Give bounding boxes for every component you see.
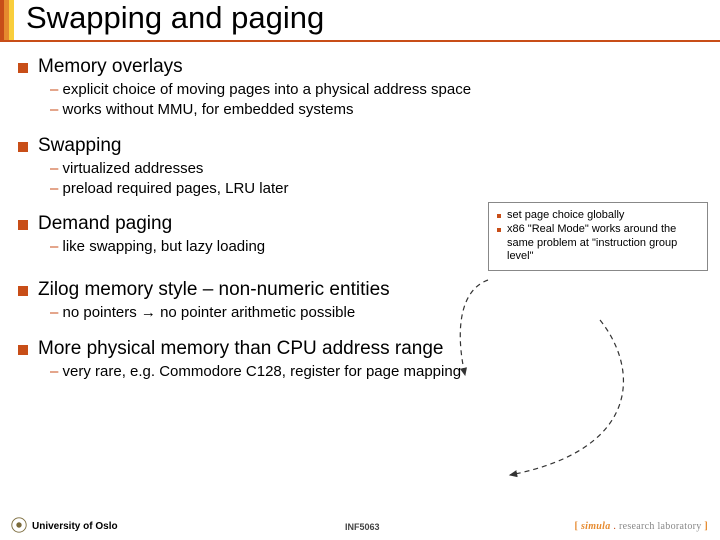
section-zilog: Zilog memory style – non-numeric entitie… [18, 279, 710, 323]
sub-item: works without MMU, for embedded systems [50, 101, 353, 118]
footer-course: INF5063 [345, 522, 380, 532]
slide-title: Swapping and paging [26, 0, 324, 36]
sub-item: like swapping, but lazy loading [50, 238, 265, 255]
title-accent [0, 0, 14, 42]
section-memory-overlays: Memory overlays explicit choice of movin… [18, 56, 710, 121]
section-swapping: Swapping virtualized addresses preload r… [18, 135, 710, 200]
bullet-icon [18, 220, 28, 230]
sub-item: preload required pages, LRU later [50, 180, 288, 197]
sub-item: explicit choice of moving pages into a p… [50, 81, 471, 98]
note-item: x86 "Real Mode" works around the same pr… [507, 223, 699, 264]
bullet-icon [18, 142, 28, 152]
sub-item: very rare, e.g. Commodore C128, register… [50, 363, 461, 380]
section-heading: Swapping [38, 135, 121, 157]
title-bar: Swapping and paging [0, 0, 720, 48]
section-heading: Demand paging [38, 213, 172, 235]
note-item: set page choice globally [507, 209, 624, 223]
section-more-physical: More physical memory than CPU address ra… [18, 338, 710, 382]
bullet-icon [18, 286, 28, 296]
bullet-icon [18, 63, 28, 73]
footer-simula: [ simula . research laboratory ] [575, 521, 708, 532]
section-heading: More physical memory than CPU address ra… [38, 338, 444, 360]
section-heading: Memory overlays [38, 56, 183, 78]
footer-uio: University of Oslo [32, 521, 118, 532]
footer: University of Oslo INF5063 [ simula . re… [0, 514, 720, 534]
bullet-icon [497, 214, 501, 218]
bullet-icon [497, 228, 501, 232]
sub-item: no pointers → no pointer arithmetic poss… [50, 304, 355, 321]
title-underline [0, 40, 720, 42]
sub-item: virtualized addresses [50, 160, 203, 177]
annotation-box: set page choice globally x86 "Real Mode"… [488, 202, 708, 271]
uio-logo-icon [10, 516, 28, 534]
bullet-icon [18, 345, 28, 355]
section-heading: Zilog memory style – non-numeric entitie… [38, 279, 390, 301]
